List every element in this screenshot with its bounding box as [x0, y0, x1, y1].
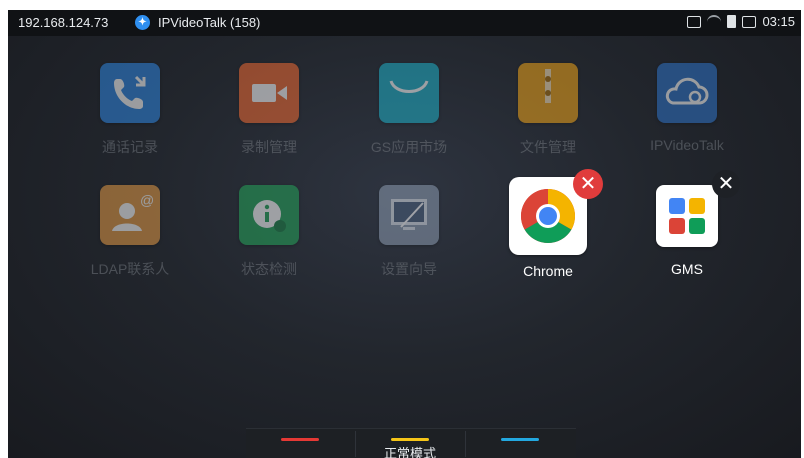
svg-text:@: @ — [140, 192, 154, 208]
yellow-indicator — [391, 438, 429, 441]
status-bar: 192.168.124.73 ✦ IPVideoTalk (158) 03:15 — [8, 10, 801, 36]
app-label: LDAP联系人 — [90, 261, 170, 277]
account-name: IPVideoTalk (158) — [158, 15, 261, 30]
app-label: 录制管理 — [241, 139, 297, 155]
frame-edge-left — [0, 0, 8, 458]
record-manager-icon — [239, 63, 299, 123]
home-screen: 192.168.124.73 ✦ IPVideoTalk (158) 03:15… — [0, 0, 804, 458]
app-label: 状态检测 — [241, 261, 297, 277]
display-icon — [742, 15, 757, 28]
app-market-icon — [379, 63, 439, 123]
network-icon — [687, 15, 702, 28]
app-setup-wizard[interactable]: 设置向导 — [354, 185, 464, 279]
dock-tab-blue[interactable] — [466, 429, 574, 458]
red-indicator — [281, 438, 319, 441]
app-record-manager[interactable]: 录制管理 — [214, 63, 324, 157]
app-status-check[interactable]: 状态检测 — [214, 185, 324, 279]
app-label: 文件管理 — [520, 139, 576, 155]
app-label: GS应用市场 — [370, 139, 448, 155]
app-ldap-contacts[interactable]: @ LDAP联系人 — [75, 185, 185, 279]
app-label: GMS — [671, 261, 703, 277]
sd-card-icon — [727, 15, 737, 28]
app-label: Chrome — [523, 263, 573, 279]
ldap-contact-icon: @ — [100, 185, 160, 245]
app-ipvideotalk[interactable]: IPVideoTalk — [632, 63, 742, 153]
gms-icon — [656, 185, 718, 247]
account-status-icon: ✦ — [135, 15, 150, 30]
remove-chrome-icon[interactable]: ✕ — [573, 169, 603, 199]
app-gs-market[interactable]: GS应用市场 — [354, 63, 464, 157]
system-tray: 03:15 — [687, 14, 795, 29]
app-call-log[interactable]: 通话记录 — [75, 63, 185, 157]
app-label: 设置向导 — [381, 261, 437, 277]
wifi-off-icon — [707, 14, 722, 29]
ip-address: 192.168.124.73 — [18, 15, 109, 30]
app-label: IPVideoTalk — [650, 137, 724, 153]
dock-tab-red[interactable] — [246, 429, 354, 458]
frame-edge-top — [0, 0, 804, 10]
setup-wizard-icon — [379, 185, 439, 245]
app-label: 通话记录 — [102, 139, 158, 155]
status-check-icon — [239, 185, 299, 245]
remove-gms-icon[interactable]: ✕ — [712, 170, 740, 198]
app-gms[interactable]: GMS — [632, 185, 742, 277]
ipvideotalk-icon — [657, 63, 717, 123]
app-file-manager[interactable]: 文件管理 — [493, 63, 603, 157]
clock: 03:15 — [762, 14, 795, 29]
mode-label: 正常模式 — [384, 446, 437, 458]
blue-indicator — [501, 438, 539, 441]
file-manager-icon — [518, 63, 578, 123]
call-log-icon — [100, 63, 160, 123]
